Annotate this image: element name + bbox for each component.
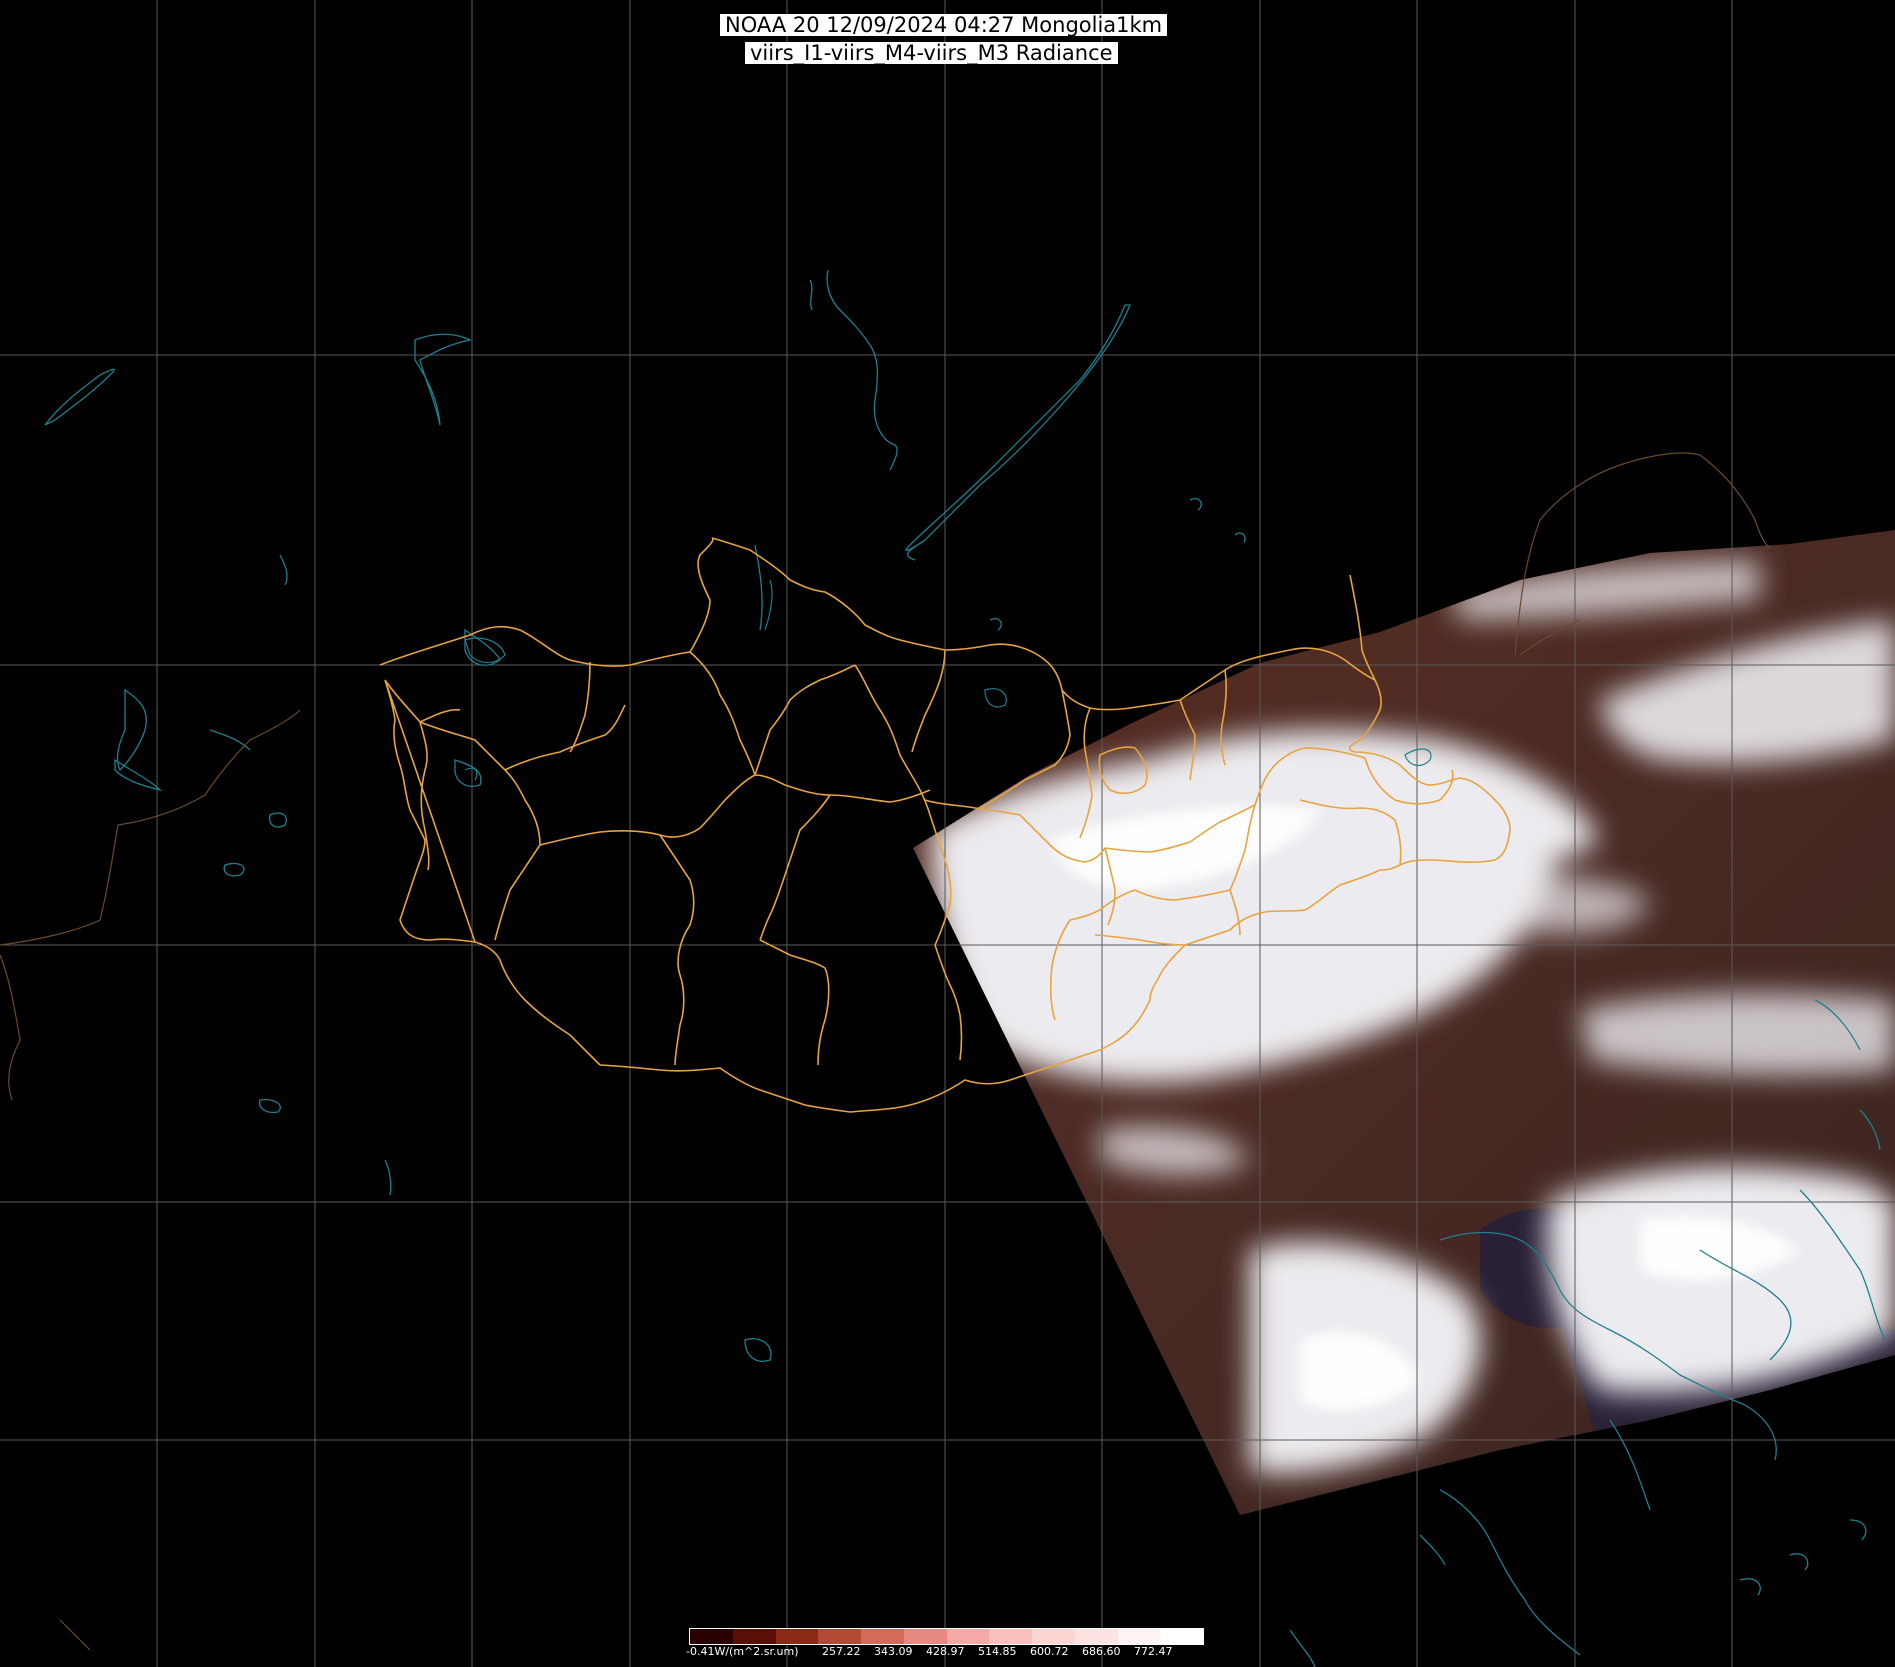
colorbar-swatch <box>989 1629 1032 1644</box>
colorbar-tick-label: 600.72 <box>1030 1645 1069 1658</box>
colorbar-tick-label: 343.09 <box>874 1645 913 1658</box>
colorbar-swatch <box>690 1629 733 1644</box>
colorbar-swatch <box>775 1629 819 1644</box>
colorbar-swatch <box>903 1629 947 1644</box>
colorbar <box>689 1628 1204 1645</box>
title-line-2: viirs_I1-viirs_M4-viirs_M3 Radiance <box>745 42 1118 64</box>
colorbar-swatch <box>1117 1629 1161 1644</box>
colorbar-swatch <box>861 1629 904 1644</box>
colorbar-swatch <box>1160 1629 1203 1644</box>
colorbar-tick-label: 428.97 <box>926 1645 965 1658</box>
colorbar-tick-label: 772.47 <box>1134 1645 1173 1658</box>
colorbar-swatch <box>1074 1629 1118 1644</box>
colorbar-unit-label: -0.41W/(m^2.sr.um) <box>686 1645 799 1658</box>
colorbar-tick-label: 257.22 <box>822 1645 861 1658</box>
colorbar-tick-label: 686.60 <box>1082 1645 1121 1658</box>
title-line-1: NOAA 20 12/09/2024 04:27 Mongolia1km <box>720 14 1168 36</box>
colorbar-swatch <box>946 1629 990 1644</box>
colorbar-swatch <box>732 1629 776 1644</box>
colorbar-swatch <box>1032 1629 1075 1644</box>
colorbar-tick-label: 514.85 <box>978 1645 1017 1658</box>
colorbar-labels: -0.41W/(m^2.sr.um) 257.22 343.09 428.97 … <box>684 1645 1224 1661</box>
colorbar-swatch <box>818 1629 861 1644</box>
satellite-map <box>0 0 1895 1667</box>
